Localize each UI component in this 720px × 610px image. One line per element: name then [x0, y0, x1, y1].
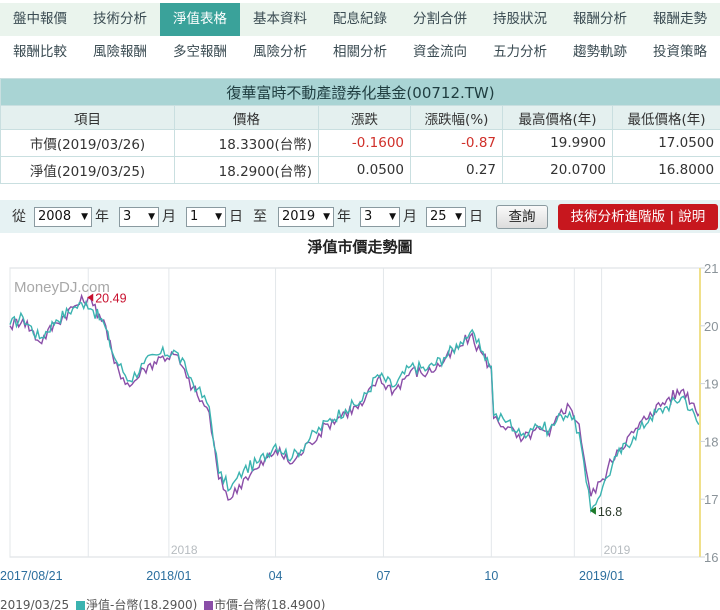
x-tick-label: 04 — [269, 569, 283, 583]
chevron-down-icon: ▼ — [455, 212, 462, 222]
year-unit-label: 年 — [337, 209, 351, 225]
col-header-change: 漲跌 — [318, 105, 411, 130]
tab-r1-0[interactable]: 盤中報價 — [0, 3, 80, 36]
to-month-select[interactable]: 3 ▼ — [360, 207, 400, 227]
year-low-cell: 17.0500 — [611, 129, 720, 157]
legend-nav: 淨值-台幣(18.2900) — [86, 598, 198, 610]
x-tick-label: 2019/01 — [579, 569, 624, 583]
to-day-select[interactable]: 25 ▼ — [426, 207, 466, 227]
min-label: 16.8 — [598, 505, 622, 519]
tab-r2-0[interactable]: 報酬比較 — [0, 36, 80, 69]
advanced-analysis-button[interactable]: 技術分析進階版 | 說明 — [558, 204, 718, 230]
y-tick-label: 20 — [704, 319, 718, 334]
change-cell: -0.1600 — [318, 129, 411, 157]
year-marker: 2019 — [604, 543, 631, 557]
tab-r2-8[interactable]: 投資策略 — [640, 36, 720, 69]
from-month-select[interactable]: 3 ▼ — [119, 207, 159, 227]
col-header-year-high: 最高價格(年) — [502, 105, 613, 130]
tab-r1-4[interactable]: 配息紀錄 — [320, 3, 400, 36]
year-high-cell: 19.9900 — [502, 129, 613, 157]
nav-legend-swatch — [76, 601, 85, 610]
month-unit-label: 月 — [403, 209, 417, 225]
x-tick-label: 07 — [377, 569, 391, 583]
y-tick-label: 18 — [704, 434, 718, 449]
date-range-bar: 從 2008 ▼ 年 3 ▼ 月 1 ▼ 日 至 2019 ▼ 年 3 ▼ 月 25 ▼ 日… — [0, 200, 720, 233]
chevron-down-icon: ▼ — [148, 212, 155, 222]
row-label: 淨值(2019/03/25) — [0, 156, 175, 184]
day-unit-label: 日 — [229, 209, 243, 225]
from-month-value: 3 — [123, 209, 132, 224]
change-cell: 0.0500 — [318, 156, 411, 184]
tab-r2-3[interactable]: 風險分析 — [240, 36, 320, 69]
nav-price-chart: MoneyDJ.com 2018 2019 212019181716 2017/0… — [0, 261, 718, 583]
from-year-select[interactable]: 2008 ▼ — [34, 207, 92, 227]
to-label: 至 — [253, 209, 267, 225]
x-tick-label: 2017/08/21 — [0, 569, 63, 583]
tab-r2-6[interactable]: 五力分析 — [480, 36, 560, 69]
x-tick-label: 10 — [484, 569, 498, 583]
col-header-year-low: 最低價格(年) — [611, 105, 720, 130]
tab-r1-6[interactable]: 持股狀況 — [480, 3, 560, 36]
year-marker: 2018 — [171, 543, 198, 557]
col-header-item: 項目 — [0, 105, 175, 130]
year-low-cell: 16.8000 — [611, 156, 720, 184]
tab-r2-2[interactable]: 多空報酬 — [160, 36, 240, 69]
tab-r1-7[interactable]: 報酬分析 — [560, 3, 640, 36]
to-month-value: 3 — [364, 209, 373, 224]
legend-date: 2019/03/25 — [0, 598, 70, 610]
legend-price: 市價-台幣(18.4900) — [214, 598, 326, 610]
to-year-select[interactable]: 2019 ▼ — [278, 207, 334, 227]
chevron-down-icon: ▼ — [389, 212, 396, 222]
x-tick-label: 2018/01 — [146, 569, 191, 583]
to-day-value: 25 — [430, 209, 447, 224]
to-year-value: 2019 — [282, 209, 316, 224]
change-pct-cell: -0.87 — [410, 129, 503, 157]
price-cell: 18.2900(台幣) — [174, 156, 319, 184]
month-unit-label: 月 — [162, 209, 176, 225]
row-label: 市價(2019/03/26) — [0, 129, 175, 157]
y-tick-label: 17 — [704, 492, 718, 507]
tab-r1-2[interactable]: 淨值表格 — [160, 3, 240, 36]
chevron-down-icon: ▼ — [323, 212, 330, 222]
year-unit-label: 年 — [95, 209, 109, 225]
y-tick-label: 16 — [704, 550, 718, 565]
tab-r2-5[interactable]: 資金流向 — [400, 36, 480, 69]
fund-title: 復華富時不動產證券化基金(00712.TW) — [0, 78, 720, 106]
max-label: 20.49 — [95, 291, 126, 305]
col-header-price: 價格 — [174, 105, 319, 130]
tab-r1-8[interactable]: 報酬走勢 — [640, 3, 720, 36]
chevron-down-icon: ▼ — [215, 212, 222, 222]
day-unit-label: 日 — [469, 209, 483, 225]
tab-r1-5[interactable]: 分割合併 — [400, 3, 480, 36]
tab-r1-1[interactable]: 技術分析 — [80, 3, 160, 36]
col-header-change-pct: 漲跌幅(%) — [410, 105, 503, 130]
change-pct-cell: 0.27 — [410, 156, 503, 184]
quote-table: 復華富時不動產證券化基金(00712.TW) 項目 價格 漲跌 漲跌幅(%) 最… — [0, 78, 720, 184]
y-tick-label: 19 — [704, 377, 718, 392]
plot-area — [9, 267, 701, 558]
chart-legend: 2019/03/25 淨值-台幣(18.2900) 市價-台幣(18.4900) — [0, 596, 325, 610]
tab-r2-4[interactable]: 相關分析 — [320, 36, 400, 69]
tab-r1-3[interactable]: 基本資料 — [240, 3, 320, 36]
quote-header-row: 項目 價格 漲跌 漲跌幅(%) 最高價格(年) 最低價格(年) — [0, 105, 720, 130]
from-day-value: 1 — [190, 209, 199, 224]
tab-r2-1[interactable]: 風險報酬 — [80, 36, 160, 69]
from-label: 從 — [12, 209, 26, 225]
y-tick-label: 21 — [704, 261, 718, 276]
from-day-select[interactable]: 1 ▼ — [186, 207, 226, 227]
chart-title: 淨值市價走勢圖 — [307, 238, 413, 256]
chevron-down-icon: ▼ — [81, 212, 88, 222]
from-year-value: 2008 — [38, 209, 72, 224]
price-legend-swatch — [204, 601, 214, 610]
table-row-nav: 淨值(2019/03/25) 18.2900(台幣) 0.0500 0.27 2… — [0, 156, 720, 184]
year-high-cell: 20.0700 — [502, 156, 613, 184]
price-cell: 18.3300(台幣) — [174, 129, 319, 157]
tab-row-2: 報酬比較 風險報酬 多空報酬 風險分析 相關分析 資金流向 五力分析 趨勢軌跡 投資策略 — [0, 36, 720, 69]
query-button[interactable]: 查詢 — [496, 205, 548, 229]
table-row-market-price: 市價(2019/03/26) 18.3300(台幣) -0.1600 -0.87… — [0, 129, 720, 157]
tab-r2-7[interactable]: 趨勢軌跡 — [560, 36, 640, 69]
tab-row-1: 盤中報價 技術分析 淨值表格 基本資料 配息紀錄 分割合併 持股狀況 報酬分析 報酬走勢 — [0, 3, 720, 36]
